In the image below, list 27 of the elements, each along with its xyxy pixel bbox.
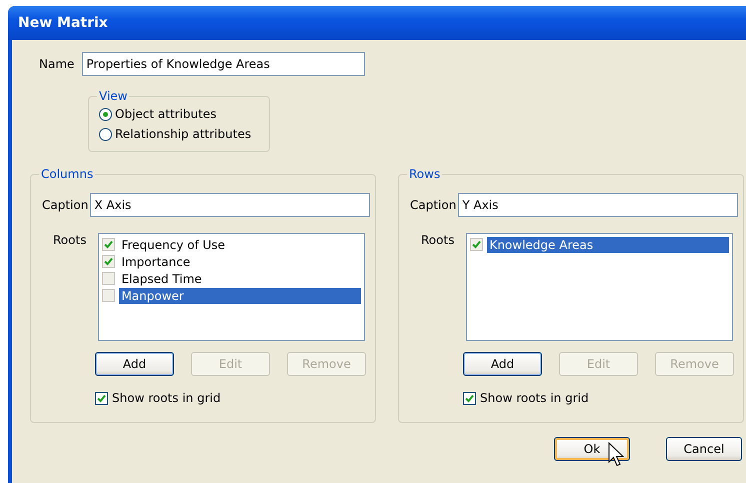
ok-button[interactable]: Ok bbox=[554, 437, 630, 461]
list-item[interactable]: Frequency of Use bbox=[119, 236, 362, 252]
radio-button[interactable] bbox=[99, 128, 112, 141]
caption-field[interactable]: Y Axis bbox=[458, 193, 738, 217]
name-field[interactable]: Properties of Knowledge Areas bbox=[82, 52, 366, 76]
checkbox[interactable] bbox=[463, 392, 476, 404]
checkbox[interactable] bbox=[95, 392, 108, 404]
list-item[interactable]: Knowledge Areas bbox=[487, 236, 730, 252]
cursor-icon bbox=[608, 442, 624, 468]
list-item[interactable]: Manpower bbox=[119, 288, 362, 304]
checkbox-label: Show roots in grid bbox=[480, 391, 589, 405]
roots-label: Roots bbox=[53, 233, 86, 249]
radio-label: Object attributes bbox=[115, 106, 216, 123]
caption-field[interactable]: X Axis bbox=[90, 193, 370, 217]
list-item[interactable]: Importance bbox=[119, 254, 362, 270]
name-label: Name bbox=[39, 57, 74, 71]
add-button[interactable]: Add bbox=[95, 352, 174, 376]
radio-button[interactable] bbox=[99, 108, 112, 121]
roots-label: Roots bbox=[421, 233, 454, 249]
radio-label: Relationship attributes bbox=[115, 126, 252, 143]
window-title: New Matrix bbox=[8, 6, 746, 40]
caption-label: Caption bbox=[410, 198, 456, 212]
cancel-button[interactable]: Cancel bbox=[666, 437, 742, 461]
checkbox-label: Show roots in grid bbox=[112, 391, 221, 405]
list-item[interactable]: Elapsed Time bbox=[119, 270, 362, 286]
add-button[interactable]: Add bbox=[463, 352, 542, 376]
caption-label: Caption bbox=[42, 198, 88, 212]
